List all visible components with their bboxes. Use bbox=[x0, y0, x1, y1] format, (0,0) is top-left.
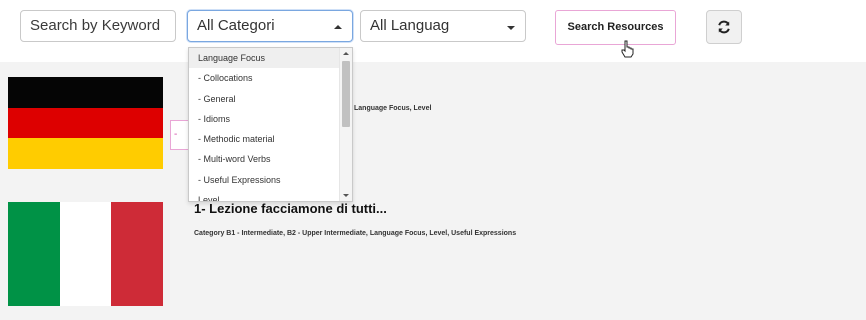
category-select-value: All Categori bbox=[197, 17, 275, 34]
dropdown-option[interactable]: Level bbox=[189, 190, 342, 201]
hand-pointer-icon bbox=[621, 40, 634, 58]
filter-bar: Search by Keyword All Categori All Langu… bbox=[0, 0, 866, 60]
dropdown-option[interactable]: - Useful Expressions bbox=[189, 170, 342, 190]
result-action-button[interactable]: - bbox=[170, 120, 190, 150]
category-select[interactable]: All Categori bbox=[187, 10, 353, 42]
german-flag bbox=[8, 77, 163, 169]
dropdown-option[interactable]: - Methodic material bbox=[189, 129, 342, 149]
dropdown-option[interactable]: - General bbox=[189, 89, 342, 109]
german-flag-gold-stripe bbox=[8, 138, 163, 169]
italian-flag-red-band bbox=[111, 202, 163, 306]
dropdown-option[interactable]: Language Focus bbox=[189, 48, 342, 69]
dropdown-option[interactable]: - Multi-word Verbs bbox=[189, 149, 342, 169]
keyword-search-input[interactable]: Search by Keyword bbox=[20, 10, 176, 42]
refresh-button[interactable] bbox=[706, 10, 742, 44]
scroll-down-arrow-icon[interactable] bbox=[343, 194, 349, 197]
dropdown-options: Language Focus - Collocations - General … bbox=[189, 48, 342, 201]
language-select[interactable]: All Languag bbox=[360, 10, 526, 42]
results-list: Language Focus, Level - 1- Lezione facci… bbox=[0, 62, 866, 320]
scrollbar-thumb[interactable] bbox=[342, 61, 350, 127]
scroll-up-arrow-icon[interactable] bbox=[343, 52, 349, 55]
language-select-value: All Languag bbox=[370, 17, 450, 34]
refresh-icon bbox=[718, 20, 730, 34]
result-title[interactable]: 1- Lezione facciamone di tutti... bbox=[194, 201, 387, 216]
caret-up-icon bbox=[334, 25, 342, 29]
german-flag-red-stripe bbox=[8, 107, 163, 139]
italian-flag bbox=[8, 202, 163, 306]
result-categories: Category B1 - Intermediate, B2 - Upper I… bbox=[194, 230, 517, 237]
search-resources-button[interactable]: Search Resources bbox=[555, 10, 676, 45]
category-dropdown-menu[interactable]: Language Focus - Collocations - General … bbox=[188, 47, 353, 202]
italian-flag-green-band bbox=[8, 202, 60, 306]
dropdown-option[interactable]: - Collocations bbox=[189, 68, 342, 88]
dropdown-scrollbar[interactable] bbox=[339, 48, 352, 201]
dropdown-option[interactable]: - Idioms bbox=[189, 109, 342, 129]
caret-down-icon bbox=[507, 26, 515, 30]
result-categories: Language Focus, Level bbox=[354, 105, 432, 112]
german-flag-black-stripe bbox=[8, 77, 163, 108]
italian-flag-white-band bbox=[59, 202, 112, 306]
